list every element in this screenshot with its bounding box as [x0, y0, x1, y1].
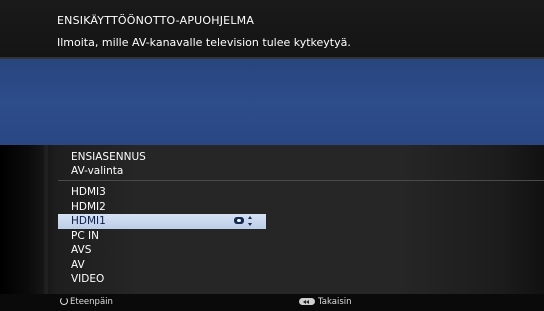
arrow-down-icon [248, 223, 252, 226]
footer-bar: Eteenpäin Takaisin [0, 294, 544, 311]
av-input-list: HDMI3 HDMI2 HDMI1 PC IN AVS AV VIDEO [58, 185, 358, 287]
arrow-up-icon [248, 216, 252, 219]
wizard-title: ENSIKÄYTTÖÖNOTTO-APUOHJELMA [57, 14, 255, 27]
refresh-icon [60, 297, 68, 305]
up-down-arrows-icon [248, 215, 254, 227]
list-item-video[interactable]: VIDEO [58, 272, 358, 287]
section-subheading: AV-valinta [71, 165, 124, 177]
ok-button-icon [234, 217, 244, 224]
list-item-label: HDMI1 [71, 215, 106, 227]
rewind-button-icon [299, 298, 315, 305]
list-item-avs[interactable]: AVS [58, 243, 358, 258]
list-item-hdmi2[interactable]: HDMI2 [58, 200, 358, 215]
list-item-pc-in[interactable]: PC IN [58, 229, 358, 244]
list-item-hdmi1[interactable]: HDMI1 [58, 214, 266, 229]
list-item-hdmi3[interactable]: HDMI3 [58, 185, 358, 200]
info-banner [0, 59, 544, 145]
list-item-av[interactable]: AV [58, 258, 358, 273]
menu-divider [58, 180, 544, 181]
wizard-description: Ilmoita, mille AV-kanavalle television t… [57, 36, 351, 49]
back-label: Takaisin [318, 297, 352, 307]
wizard-header: ENSIKÄYTTÖÖNOTTO-APUOHJELMA Ilmoita, mil… [0, 0, 544, 58]
forward-hint[interactable]: Eteenpäin [60, 296, 113, 308]
forward-label: Eteenpäin [70, 297, 113, 307]
section-heading: ENSIASENNUS [71, 151, 146, 163]
back-hint[interactable]: Takaisin [299, 296, 352, 308]
